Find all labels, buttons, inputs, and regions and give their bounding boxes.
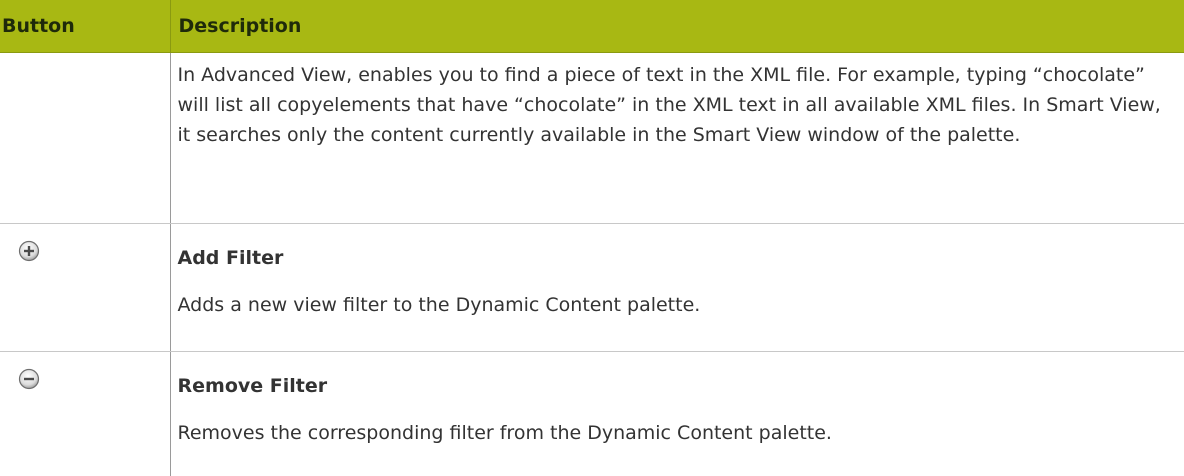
plus-circle-icon — [18, 240, 40, 262]
remove-filter-title: Remove Filter — [178, 371, 1172, 401]
search-description-text: In Advanced View, enables you to find a … — [178, 60, 1172, 150]
button-cell — [0, 53, 170, 224]
button-description-table: Button Description In Advanced View, ena… — [0, 0, 1184, 476]
minus-circle-icon — [18, 368, 40, 390]
add-filter-text: Adds a new view filter to the Dynamic Co… — [178, 290, 1172, 320]
add-filter-title: Add Filter — [178, 243, 1172, 273]
header-description: Description — [170, 0, 1184, 53]
description-cell: Add Filter Adds a new view filter to the… — [170, 224, 1184, 352]
button-cell — [0, 224, 170, 352]
table-row: Remove Filter Removes the corresponding … — [0, 352, 1184, 476]
table-header-row: Button Description — [0, 0, 1184, 53]
description-cell: Remove Filter Removes the corresponding … — [170, 352, 1184, 476]
header-button: Button — [0, 0, 170, 53]
remove-filter-text: Removes the corresponding filter from th… — [178, 418, 1172, 448]
table-row: Add Filter Adds a new view filter to the… — [0, 224, 1184, 352]
table-row: In Advanced View, enables you to find a … — [0, 53, 1184, 224]
button-cell — [0, 352, 170, 476]
description-cell: In Advanced View, enables you to find a … — [170, 53, 1184, 224]
